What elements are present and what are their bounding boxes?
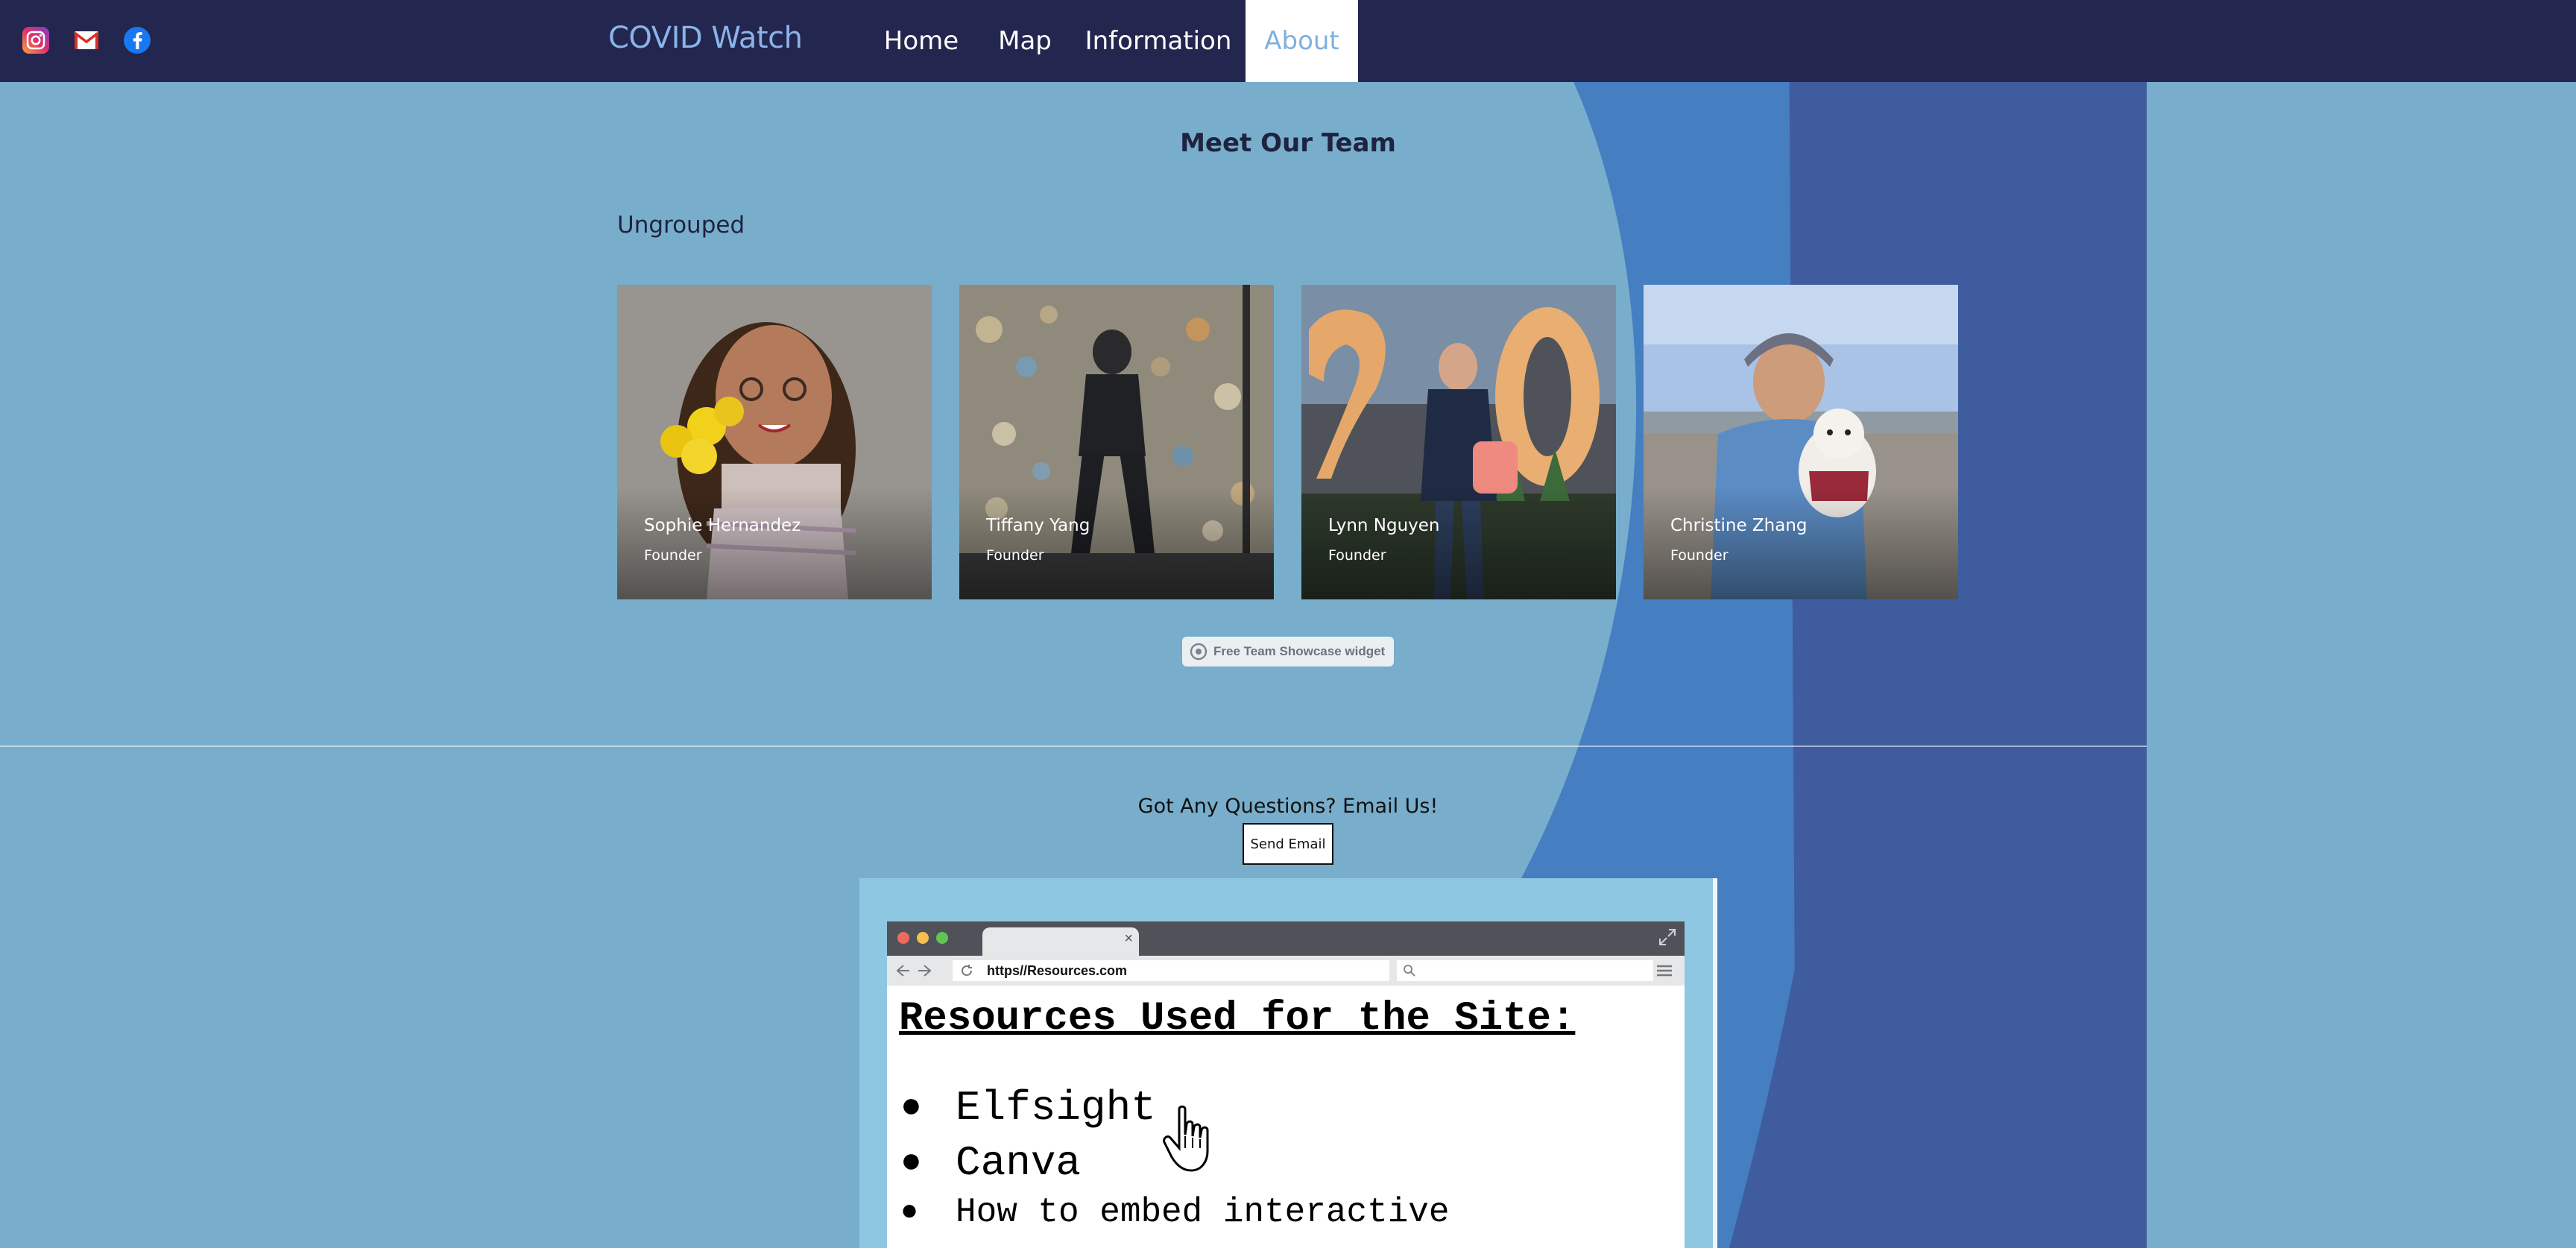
browser-address-bar: https//Resources.com (887, 956, 1685, 986)
resource-item: ● Canva (900, 1139, 1081, 1187)
widget-badge-link[interactable]: Free Team Showcase widget (1182, 637, 1394, 666)
top-navbar: COVID Watch Home Map Information About (0, 0, 2576, 82)
browser-tab: × (982, 927, 1139, 956)
maximize-dot-icon (936, 932, 948, 944)
team-member-card[interactable]: Sophie Hernandez Founder (617, 285, 932, 599)
team-member-role: Founder (644, 547, 702, 564)
team-member-card[interactable]: Tiffany Yang Founder (959, 285, 1274, 599)
resource-item-label: Elfsight (956, 1084, 1156, 1132)
card-overlay (1301, 488, 1616, 599)
contact-heading: Got Any Questions? Email Us! (1137, 795, 1439, 818)
team-section-title: Meet Our Team (1180, 128, 1396, 158)
site-brand[interactable]: COVID Watch (608, 21, 803, 55)
expand-icon (1659, 929, 1676, 945)
resources-browser-graphic: × https//Resources.com Resources Used fo… (887, 921, 1685, 1248)
send-email-button[interactable]: Send Email (1243, 823, 1333, 865)
team-group-label: Ungrouped (617, 212, 745, 239)
team-member-name: Tiffany Yang (986, 516, 1090, 535)
minimize-dot-icon (917, 932, 929, 944)
hand-cursor-icon (1163, 1105, 1209, 1172)
tab-close-icon: × (1124, 930, 1133, 947)
team-member-card[interactable]: Lynn Nguyen Founder (1301, 285, 1616, 599)
team-member-role: Founder (986, 547, 1044, 564)
team-member-role: Founder (1328, 547, 1386, 564)
bullet-icon: ● (900, 1195, 919, 1229)
card-overlay (959, 488, 1274, 599)
browser-search-field (1397, 960, 1653, 981)
resource-item-label: Canva (956, 1139, 1082, 1187)
team-member-role: Founder (1670, 547, 1729, 564)
reload-icon (962, 965, 972, 976)
widget-badge-label: Free Team Showcase widget (1213, 644, 1386, 658)
url-field: https//Resources.com (953, 960, 1389, 981)
bullet-icon: ● (900, 1088, 922, 1128)
team-member-name: Lynn Nguyen (1328, 516, 1440, 535)
close-dot-icon (897, 932, 909, 944)
card-overlay (1644, 488, 1958, 599)
team-member-name: Christine Zhang (1670, 516, 1808, 535)
back-forward-icon (896, 965, 932, 977)
nav-about[interactable]: About (1246, 0, 1358, 82)
resources-title: Resources Used for the Site: (899, 996, 1576, 1041)
resource-item-label: How to embed interactive (956, 1193, 1450, 1232)
gmail-icon[interactable] (72, 25, 101, 55)
team-member-name: Sophie Hernandez (644, 516, 801, 535)
browser-titlebar: × (887, 921, 1685, 956)
resource-item: ● Elfsight (900, 1084, 1156, 1132)
menu-icon (1657, 965, 1672, 977)
card-overlay (617, 488, 932, 599)
bullet-icon: ● (900, 1143, 922, 1183)
nav-home[interactable]: Home (872, 0, 970, 82)
team-member-card[interactable]: Christine Zhang Founder (1644, 285, 1958, 599)
facebook-icon[interactable] (122, 25, 152, 55)
search-icon (1404, 965, 1415, 977)
resources-panel-edge (1713, 878, 1717, 1248)
nav-information[interactable]: Information (1084, 0, 1233, 82)
section-divider (0, 746, 2147, 747)
instagram-icon[interactable] (21, 25, 51, 55)
resource-item: ● How to embed interactive (900, 1193, 1450, 1232)
url-text: https//Resources.com (987, 963, 1128, 978)
nav-map[interactable]: Map (984, 0, 1066, 82)
elfsight-icon (1190, 643, 1208, 661)
